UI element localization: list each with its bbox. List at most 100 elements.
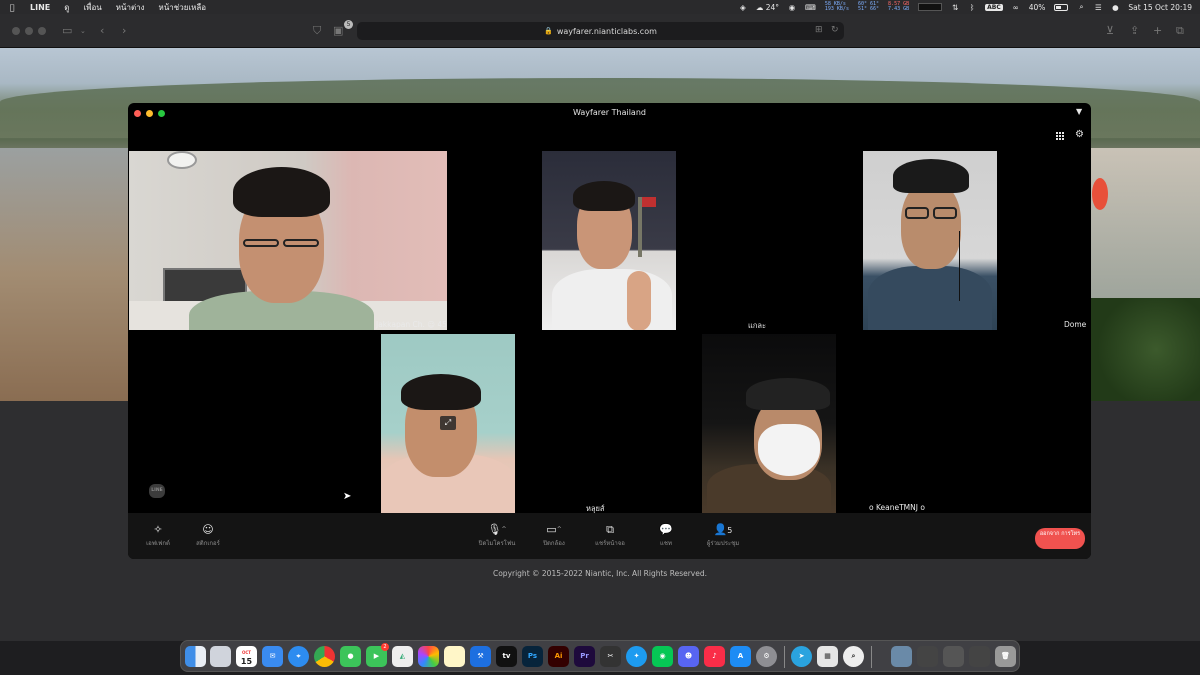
calendar-icon[interactable]: OCT 15	[236, 646, 257, 667]
tab-overview-icon[interactable]: ▣	[333, 24, 343, 37]
search-icon[interactable]: ⌕	[1077, 2, 1085, 12]
weather-status[interactable]: ☁ 24°	[756, 3, 779, 12]
downloads-stack-icon[interactable]	[917, 646, 938, 667]
bluetooth-icon[interactable]: ᛒ	[968, 3, 976, 12]
video-tile-jakkapan[interactable]	[129, 151, 447, 330]
pin-icon[interactable]: ▼	[1076, 107, 1082, 116]
participant-name-dome: Dome	[1064, 320, 1087, 329]
menu-app-name[interactable]: LINE	[30, 3, 50, 12]
window-minimize-button[interactable]	[25, 27, 33, 35]
share-icon[interactable]: ⇪	[1130, 24, 1139, 37]
folder-stack-icon[interactable]	[943, 646, 964, 667]
cloud-sync-icon[interactable]: ∞	[1012, 3, 1020, 12]
apple-icon[interactable]: 	[8, 3, 16, 12]
window-zoom-button[interactable]	[38, 27, 46, 35]
camera-button[interactable]: ▭^ ปิดกล้อง	[534, 523, 574, 548]
network-icon[interactable]: ⇅	[951, 3, 959, 12]
settings-gear-icon[interactable]: ⚙	[1075, 129, 1084, 140]
mem-b: 7.43 GB	[888, 6, 910, 12]
trash-icon[interactable]: 🗑	[995, 646, 1016, 667]
menu-friends[interactable]: เพื่อน	[83, 1, 101, 14]
twitter-icon[interactable]: ✦	[626, 646, 647, 667]
new-tab-icon[interactable]: +	[1153, 24, 1162, 37]
network-stats[interactable]: 58 KB/s 193 KB/s	[825, 2, 849, 12]
shield-icon[interactable]: ⛉	[313, 24, 321, 38]
control-center-icon[interactable]: ☰	[1094, 3, 1102, 12]
downloads-icon[interactable]: ⊻	[1106, 24, 1114, 37]
layout-grid-icon[interactable]	[1056, 132, 1064, 140]
temp-stats[interactable]: 60° 61° 51° 66°	[858, 2, 879, 12]
share-screen-button[interactable]: ⧉ แชร์หน้าจอ	[590, 523, 630, 548]
battery-percent[interactable]: 40%	[1029, 3, 1046, 12]
mic-options-caret-icon[interactable]: ^	[501, 526, 506, 533]
video-tile-klae[interactable]	[542, 151, 676, 330]
system-settings-icon[interactable]: ⚙	[756, 646, 777, 667]
discord-icon[interactable]: ☻	[678, 646, 699, 667]
menu-clock[interactable]: Sat 15 Oct 20:19	[1128, 3, 1192, 12]
tabs-icon[interactable]: ⧉	[1176, 24, 1184, 38]
calculator-icon[interactable]: ▦	[817, 646, 838, 667]
launchpad-icon[interactable]	[210, 646, 231, 667]
battery-icon[interactable]	[1054, 3, 1069, 11]
effects-label: เอฟเฟกต์	[146, 540, 170, 547]
preview-icon[interactable]: ⌕	[843, 646, 864, 667]
illustrator-icon[interactable]: Ai	[548, 646, 569, 667]
mic-button[interactable]: 🎙^ ปิดไมโครโฟน	[474, 523, 520, 548]
xcode-icon[interactable]: ⚒	[470, 646, 491, 667]
final-cut-icon[interactable]: ✂	[600, 646, 621, 667]
sidebar-icon[interactable]: ▭	[62, 24, 72, 37]
documents-stack-icon[interactable]	[969, 646, 990, 667]
vpn-icon[interactable]: ◉	[788, 3, 796, 12]
layers-icon[interactable]: ◈	[739, 3, 747, 12]
line-logo: LINE	[149, 484, 165, 498]
menu-view[interactable]: ดู	[64, 1, 69, 14]
reload-icon[interactable]: ↻	[831, 25, 839, 35]
forward-icon[interactable]: ›	[122, 24, 126, 37]
mouse-cursor: ➤	[343, 491, 352, 502]
cpu-graph[interactable]	[918, 3, 943, 11]
menu-help[interactable]: หน้าช่วยเหลือ	[159, 1, 207, 14]
window-close-button[interactable]	[12, 27, 20, 35]
effects-button[interactable]: ✧ เอฟเฟกต์	[142, 523, 174, 548]
person-icon: 👤	[713, 523, 728, 536]
back-icon[interactable]: ‹	[100, 24, 104, 37]
premiere-icon[interactable]: Pr	[574, 646, 595, 667]
memory-stats[interactable]: 8.57 GB 7.43 GB	[888, 2, 909, 12]
messages-icon[interactable]: ●	[340, 646, 361, 667]
telegram-icon[interactable]: ➤	[791, 646, 812, 667]
safari-icon[interactable]: ⌖	[288, 646, 309, 667]
translate-icon[interactable]: ⊞	[815, 25, 823, 35]
address-bar[interactable]: 🔒 wayfarer.nianticlabs.com	[357, 22, 844, 40]
apple-tv-icon[interactable]: tv	[496, 646, 517, 667]
input-source-badge[interactable]: ABC	[985, 3, 1003, 11]
music-icon[interactable]: ♪	[704, 646, 725, 667]
photoshop-icon[interactable]: Ps	[522, 646, 543, 667]
siri-icon[interactable]: ●	[1111, 3, 1119, 12]
chat-bubble-icon: 💬	[659, 523, 673, 536]
mic-label: ปิดไมโครโฟน	[478, 540, 516, 547]
maps-icon[interactable]: ◭	[392, 646, 413, 667]
call-window: Wayfarer Thailand ▼ ⚙ Jakkapan Ch. ☺ 45 …	[128, 103, 1091, 559]
site-copyright: Copyright © 2015-2022 Niantic, Inc. All …	[492, 569, 707, 578]
chat-button[interactable]: 💬 แชท	[650, 523, 682, 548]
keyboard-icon[interactable]: ⌨	[805, 3, 816, 12]
video-tile-keane[interactable]	[702, 334, 836, 513]
app-store-icon[interactable]: A	[730, 646, 751, 667]
chevron-down-icon[interactable]: ⌄	[80, 27, 86, 35]
stickers-button[interactable]: ☺ สติกเกอร์	[192, 523, 224, 548]
screenshot-thumbnail-icon[interactable]	[891, 646, 912, 667]
mail-icon[interactable]: ✉	[262, 646, 283, 667]
camera-options-caret-icon[interactable]: ^	[557, 526, 562, 533]
chrome-icon[interactable]	[314, 646, 335, 667]
smiley-icon: ☺	[202, 523, 214, 536]
photos-icon[interactable]	[418, 646, 439, 667]
notes-icon[interactable]	[444, 646, 465, 667]
participants-button[interactable]: 👤5 ผู้ร่วมประชุม	[702, 523, 744, 548]
menu-bar:  LINE ดู เพื่อน หน้าต่าง หน้าช่วยเหลือ …	[0, 0, 1200, 14]
finder-icon[interactable]	[185, 646, 206, 667]
expand-icon[interactable]: ⤢	[440, 416, 456, 430]
menu-window[interactable]: หน้าต่าง	[116, 1, 145, 14]
line-app-icon[interactable]: ◉	[652, 646, 673, 667]
leave-call-button[interactable]: ออกจาก การโทร	[1035, 528, 1085, 549]
video-tile-dome[interactable]	[863, 151, 997, 330]
